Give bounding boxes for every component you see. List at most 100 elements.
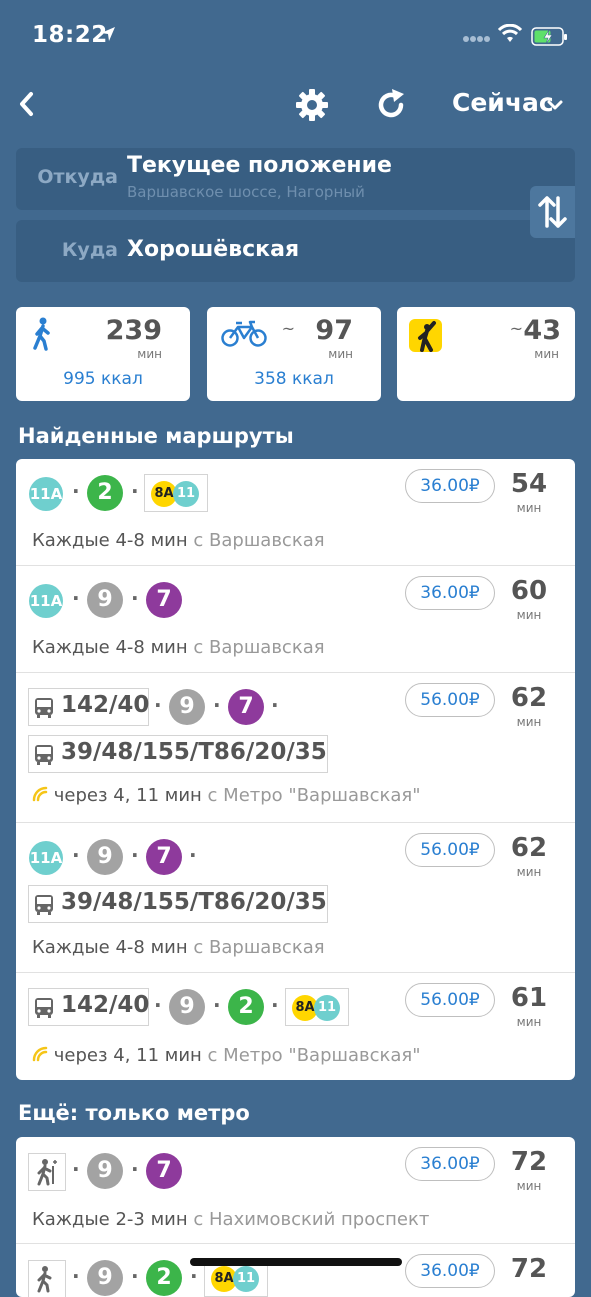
walk-kcal: 995 ккал [63,369,143,389]
price-button[interactable]: 36.00₽ [405,469,495,503]
route-frequency: Каждые 4-8 мин с Варшавская [32,637,325,658]
routes-list: 11A · 2 · 8A 11 36.00₽ 54 мин Каждые 4-8… [16,459,575,1080]
separator-dot: · [131,479,139,503]
route-item[interactable]: 142/40 · 9 · 2 · 8A 11 56.00₽ 61 мин чер… [16,973,575,1080]
route-item[interactable]: 142/40 · 9 · 7 · 39/48/155/Т86/20/35 56.… [16,673,575,823]
signal-dots-icon [463,36,490,42]
bike-time: 97 [315,315,353,346]
line-11-badge: 11 [173,481,199,507]
bus-routes-label: 142/40 [61,992,150,1018]
swap-arrows-icon [538,196,567,228]
metro-only-title: Ещё: только метро [18,1101,250,1125]
route-item[interactable]: · 9 · 2 · 8A 11 36.00₽ 72 [16,1244,575,1297]
price-button[interactable]: 56.00₽ [405,683,495,717]
separator-dot: · [154,693,162,717]
route-duration: 62 [510,683,548,713]
bike-kcal: 358 ккал [254,369,334,389]
from-address: Варшавское шоссе, Нагорный [127,183,365,201]
realtime-arrival: через 4, 11 мин с Метро "Варшавская" [32,1045,421,1066]
from-station: с Варшавская [193,637,325,658]
time-mode-selector[interactable]: Сейчас [452,88,554,117]
taxi-mode-card[interactable]: ~ 43 мин [397,307,575,401]
separator-dot: · [72,1264,80,1288]
walk-time: 239 [105,315,162,346]
route-duration-unit: мин [516,715,542,729]
bus-routes-label: 39/48/155/Т86/20/35 [61,739,327,765]
hiking-person-icon [37,1159,57,1186]
route-duration: 61 [510,983,548,1013]
route-duration: 60 [510,576,548,606]
separator-dot: · [271,693,279,717]
status-time: 18:22 [32,22,108,48]
back-button[interactable] [12,86,42,122]
separator-dot: · [190,1264,198,1288]
metro-line-badge: 2 [146,1260,182,1296]
metro-line-badge: 2 [228,989,264,1025]
route-duration-unit: мин [516,1179,542,1193]
walk-transfer-box [28,1260,66,1297]
bus-routes-box: 39/48/155/Т86/20/35 [28,885,328,923]
route-item[interactable]: 11A · 9 · 7 · 39/48/155/Т86/20/35 56.00₽… [16,823,575,973]
refresh-icon[interactable] [373,87,409,123]
hiking-person-icon [37,1266,52,1293]
metro-line-badge: 7 [146,839,182,875]
taxi-approx: ~ [509,319,523,338]
realtime-signal-icon [32,786,48,802]
metro-line-badge: 11A [29,584,63,618]
metro-line-badge: 9 [87,839,123,875]
route-duration: 62 [510,833,548,863]
price-button[interactable]: 36.00₽ [405,1147,495,1181]
price-button[interactable]: 36.00₽ [405,576,495,610]
metro-line-badge: 2 [87,475,123,511]
separator-dot: · [72,843,80,867]
route-item[interactable]: 11A · 9 · 7 36.00₽ 60 мин Каждые 4-8 мин… [16,566,575,673]
separator-dot: · [131,586,139,610]
metro-line-badge: 9 [169,689,205,725]
separator-dot: · [131,1157,139,1181]
walk-transfer-box [28,1153,66,1191]
from-value: Текущее положение [127,153,392,178]
separator-dot: · [72,479,80,503]
separator-dot: · [72,1157,80,1181]
bus-routes-box: 39/48/155/Т86/20/35 [28,735,328,773]
bus-icon [35,998,53,1018]
bike-mode-card[interactable]: ~ 97 мин 358 ккал [207,307,381,401]
taxi-icon [409,319,442,352]
price-button[interactable]: 36.00₽ [405,1254,495,1288]
bicycle-icon [221,320,267,347]
route-duration: 54 [510,469,548,499]
price-button[interactable]: 56.00₽ [405,833,495,867]
realtime-text: через 4, 11 мин [53,785,202,806]
swap-button[interactable] [530,186,575,238]
walking-person-icon [33,317,50,351]
battery-icon [531,27,567,46]
frequency-text: Каждые 4-8 мин [32,530,188,551]
to-field[interactable]: Куда Хорошёвская [16,220,575,282]
transfer-lines-combo: 8A 11 [285,988,349,1026]
walk-mode-card[interactable]: 239 мин 995 ккал [16,307,190,401]
separator-dot: · [189,843,197,867]
route-item[interactable]: 11A · 2 · 8A 11 36.00₽ 54 мин Каждые 4-8… [16,459,575,566]
chevron-down-icon[interactable] [546,99,564,111]
frequency-text: Каждые 2-3 мин [32,1209,188,1230]
from-station: с Метро "Варшавская" [207,1045,421,1066]
route-item[interactable]: · 9 · 7 36.00₽ 72 мин Каждые 2-3 мин с Н… [16,1137,575,1244]
wifi-icon [498,24,522,42]
separator-dot: · [131,1264,139,1288]
separator-dot: · [131,843,139,867]
bike-time-unit: мин [328,347,353,361]
metro-line-badge: 9 [87,582,123,618]
from-field[interactable]: Откуда Текущее положение Варшавское шосс… [16,148,575,210]
home-indicator[interactable] [190,1258,402,1266]
walk-time-unit: мин [137,347,162,361]
found-routes-title: Найденные маршруты [18,424,294,448]
price-button[interactable]: 56.00₽ [405,983,495,1017]
frequency-text: Каждые 4-8 мин [32,637,188,658]
gear-icon[interactable] [294,87,330,123]
bus-icon [35,698,53,718]
taxi-time: 43 [523,315,561,346]
from-station: с Нахимовский проспект [193,1209,430,1230]
separator-dot: · [271,993,279,1017]
to-value: Хорошёвская [127,237,300,262]
bus-routes-label: 142/40 [61,692,150,718]
